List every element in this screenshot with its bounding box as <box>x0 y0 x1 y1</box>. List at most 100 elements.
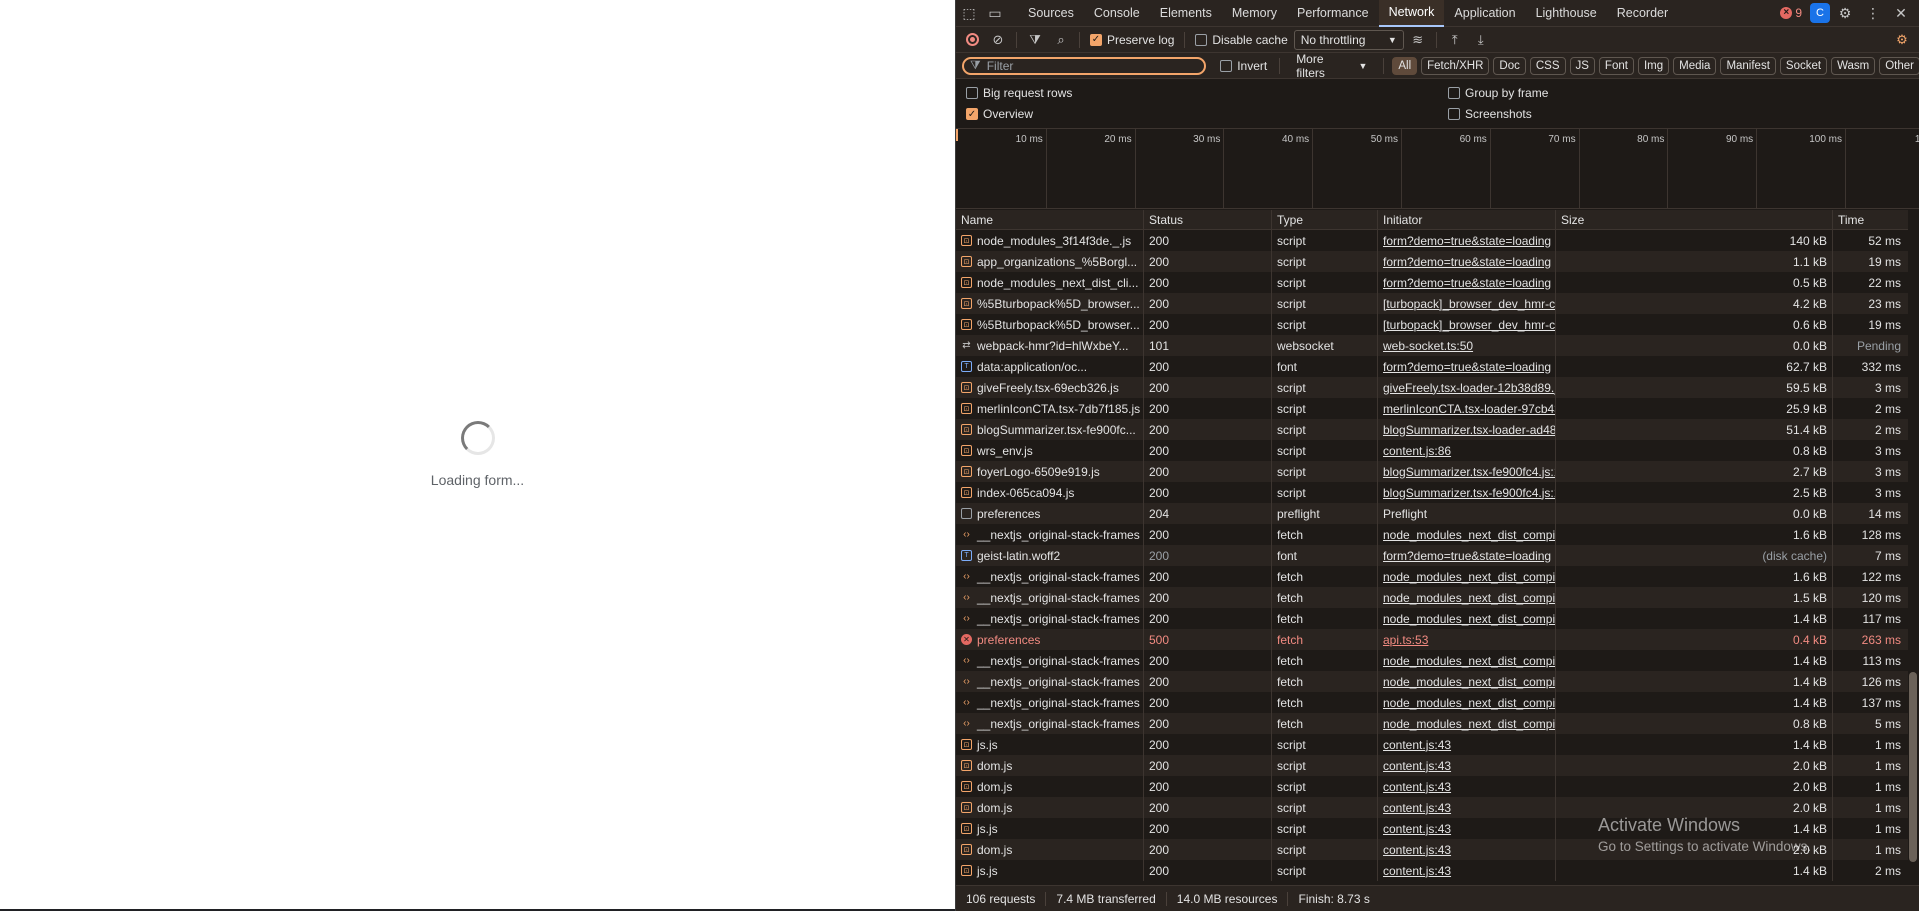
request-initiator[interactable]: content.js:43 <box>1378 734 1556 755</box>
table-row[interactable]: ⊡ js.js 200 script content.js:43 1.4 kB 1 ms <box>956 734 1908 755</box>
disable-cache-checkbox[interactable]: Disable cache <box>1191 33 1291 47</box>
request-initiator[interactable]: content.js:43 <box>1378 755 1556 776</box>
table-row[interactable]: ⊡ index-065ca094.js 200 script blogSummarize… <box>956 482 1908 503</box>
filter-chip-socket[interactable]: Socket <box>1779 56 1828 75</box>
column-header-type[interactable]: Type <box>1272 210 1378 229</box>
request-initiator[interactable]: blogSummarizer.tsx-fe900fc4.js:1 <box>1378 482 1556 503</box>
column-header-size[interactable]: Size <box>1556 210 1833 229</box>
table-row[interactable]: ⊡ merlinIconCTA.tsx-7db7f185.js 200 script m… <box>956 398 1908 419</box>
table-row[interactable]: ⊡ node_modules_next_dist_cli... 200 script f… <box>956 272 1908 293</box>
filter-chip-css[interactable]: CSS <box>1529 56 1566 75</box>
tab-elements[interactable]: Elements <box>1150 0 1222 27</box>
tab-memory[interactable]: Memory <box>1222 0 1287 27</box>
table-row[interactable]: ⊡ dom.js 200 script content.js:43 2.0 kB 1 ms <box>956 755 1908 776</box>
request-initiator[interactable]: content.js:86 <box>1378 440 1556 461</box>
table-row[interactable]: Tgeist-latin.woff2 200 font form?demo=true&… <box>956 545 1908 566</box>
request-initiator[interactable]: blogSummarizer.tsx-fe900fc4.js:1 <box>1378 461 1556 482</box>
table-row[interactable]: ⊡ app_organizations_%5Borgl... 200 script fo… <box>956 251 1908 272</box>
table-row[interactable]: ‹› __nextjs_original-stack-frames 200 fetch… <box>956 587 1908 608</box>
group-by-frame-checkbox[interactable]: Group by frame <box>1444 86 1552 100</box>
table-row[interactable]: ⊡ foyerLogo-6509e919.js 200 script blogSumma… <box>956 461 1908 482</box>
column-header-name[interactable]: Name <box>956 210 1144 229</box>
request-initiator[interactable]: blogSummarizer.tsx-loader-ad48 <box>1378 419 1556 440</box>
request-initiator[interactable]: content.js:43 <box>1378 839 1556 860</box>
table-row[interactable]: ‹› __nextjs_original-stack-frames 200 fetch… <box>956 524 1908 545</box>
error-count-badge[interactable]: × 9 <box>1774 6 1808 20</box>
filter-chip-manifest[interactable]: Manifest <box>1720 56 1776 75</box>
request-initiator[interactable]: node_modules_next_dist_compil <box>1378 608 1556 629</box>
tab-recorder[interactable]: Recorder <box>1607 0 1678 27</box>
request-initiator[interactable]: api.ts:53 <box>1378 629 1556 650</box>
more-filters-dropdown[interactable]: More filters ▼ <box>1288 52 1375 80</box>
table-row[interactable]: ‹› __nextjs_original-stack-frames 200 fetch… <box>956 692 1908 713</box>
table-row[interactable]: ⊡ wrs_env.js 200 script content.js:86 0.8 kB 3… <box>956 440 1908 461</box>
request-initiator[interactable]: node_modules_next_dist_compil <box>1378 692 1556 713</box>
table-row[interactable]: ⊡ giveFreely.tsx-69ecb326.js 200 script give… <box>956 377 1908 398</box>
table-row[interactable]: ‹› __nextjs_original-stack-frames 200 fetch… <box>956 566 1908 587</box>
request-table-scrollbar[interactable] <box>1909 212 1917 882</box>
request-initiator[interactable]: node_modules_next_dist_compil <box>1378 650 1556 671</box>
request-initiator[interactable]: form?demo=true&state=loading <box>1378 545 1556 566</box>
table-row[interactable]: ‹› __nextjs_original-stack-frames 200 fetch… <box>956 650 1908 671</box>
device-toolbar-icon[interactable]: ▭ <box>982 0 1008 27</box>
extension-icon[interactable]: C <box>1810 3 1830 23</box>
request-initiator[interactable]: content.js:43 <box>1378 776 1556 797</box>
preserve-log-checkbox[interactable]: ✓ Preserve log <box>1086 33 1178 47</box>
request-initiator[interactable]: [turbopack]_browser_dev_hmr-cl <box>1378 314 1556 335</box>
request-initiator[interactable]: node_modules_next_dist_compil <box>1378 671 1556 692</box>
filter-icon[interactable]: ⧩ <box>1023 28 1047 52</box>
filter-chip-doc[interactable]: Doc <box>1493 56 1526 75</box>
more-options-icon[interactable]: ⋮ <box>1860 0 1886 27</box>
request-initiator[interactable]: merlinIconCTA.tsx-loader-97cb43 <box>1378 398 1556 419</box>
request-initiator[interactable]: node_modules_next_dist_compil <box>1378 587 1556 608</box>
filter-chip-media[interactable]: Media <box>1673 56 1717 75</box>
table-row[interactable]: Tdata:application/oc... 200 font form?demo=… <box>956 356 1908 377</box>
filter-chip-fetchxhr[interactable]: Fetch/XHR <box>1421 56 1490 75</box>
table-row[interactable]: ⊡ js.js 200 script content.js:43 1.4 kB 2 ms <box>956 860 1908 881</box>
table-row[interactable]: ✕ preferences 500 fetch api.ts:53 0.4 kB 263 m… <box>956 629 1908 650</box>
table-row[interactable]: ⊡ %5Bturbopack%5D_browser... 200 script [tur… <box>956 314 1908 335</box>
filter-chip-js[interactable]: JS <box>1569 56 1595 75</box>
request-initiator[interactable]: giveFreely.tsx-loader-12b38d89.j <box>1378 377 1556 398</box>
invert-checkbox[interactable]: Invert <box>1216 59 1271 73</box>
request-initiator[interactable]: form?demo=true&state=loading <box>1378 272 1556 293</box>
table-row[interactable]: preferences 204 preflight Preflight 0.0 kB 14… <box>956 503 1908 524</box>
column-header-time[interactable]: Time <box>1833 210 1908 229</box>
request-initiator[interactable]: node_modules_next_dist_compil <box>1378 713 1556 734</box>
request-initiator[interactable]: form?demo=true&state=loading <box>1378 356 1556 377</box>
import-har-icon[interactable]: ⤒ <box>1443 28 1467 52</box>
filter-chip-img[interactable]: Img <box>1637 56 1670 75</box>
tab-lighthouse[interactable]: Lighthouse <box>1526 0 1607 27</box>
request-initiator[interactable]: node_modules_next_dist_compil <box>1378 566 1556 587</box>
request-initiator[interactable]: content.js:43 <box>1378 797 1556 818</box>
network-conditions-icon[interactable]: ≋ <box>1406 28 1430 52</box>
filter-input[interactable]: ⧩ Filter <box>962 56 1207 75</box>
inspect-element-icon[interactable]: ⬚ <box>956 0 982 27</box>
table-row[interactable]: ‹› __nextjs_original-stack-frames 200 fetch… <box>956 671 1908 692</box>
tab-application[interactable]: Application <box>1444 0 1525 27</box>
tab-console[interactable]: Console <box>1084 0 1150 27</box>
big-request-rows-checkbox[interactable]: Big request rows <box>962 86 1076 100</box>
table-row[interactable]: ⊡ blogSummarizer.tsx-fe900fc... 200 script b… <box>956 419 1908 440</box>
filter-chip-other[interactable]: Other <box>1879 56 1919 75</box>
column-header-initiator[interactable]: Initiator <box>1378 210 1556 229</box>
request-initiator[interactable]: form?demo=true&state=loading <box>1378 230 1556 251</box>
filter-chip-all[interactable]: All <box>1392 56 1418 75</box>
request-initiator[interactable]: content.js:43 <box>1378 860 1556 881</box>
network-overview-timeline[interactable]: 10 ms 20 ms 30 ms 40 ms 50 ms 60 ms 70 ms 80 ms… <box>956 129 1919 209</box>
tab-sources[interactable]: Sources <box>1018 0 1084 27</box>
request-initiator[interactable]: [turbopack]_browser_dev_hmr-cl <box>1378 293 1556 314</box>
table-row[interactable]: ⊡ node_modules_3f14f3de._.js 200 script form… <box>956 230 1908 251</box>
filter-chip-font[interactable]: Font <box>1598 56 1634 75</box>
request-initiator[interactable]: content.js:43 <box>1378 818 1556 839</box>
export-har-icon[interactable]: ⤓ <box>1469 28 1493 52</box>
screenshots-checkbox[interactable]: Screenshots <box>1444 107 1552 121</box>
request-initiator[interactable]: node_modules_next_dist_compil <box>1378 524 1556 545</box>
table-row[interactable]: ⇄ webpack-hmr?id=hlWxbeY... 101 websocket we… <box>956 335 1908 356</box>
record-icon[interactable] <box>960 28 984 52</box>
settings-gear-icon[interactable]: ⚙ <box>1832 0 1858 27</box>
table-row[interactable]: ⊡ dom.js 200 script content.js:43 2.0 kB 1 ms <box>956 776 1908 797</box>
tab-network[interactable]: Network <box>1378 0 1445 27</box>
clear-icon[interactable]: ⊘ <box>986 28 1010 52</box>
table-row[interactable]: ‹› __nextjs_original-stack-frames 200 fetch… <box>956 713 1908 734</box>
